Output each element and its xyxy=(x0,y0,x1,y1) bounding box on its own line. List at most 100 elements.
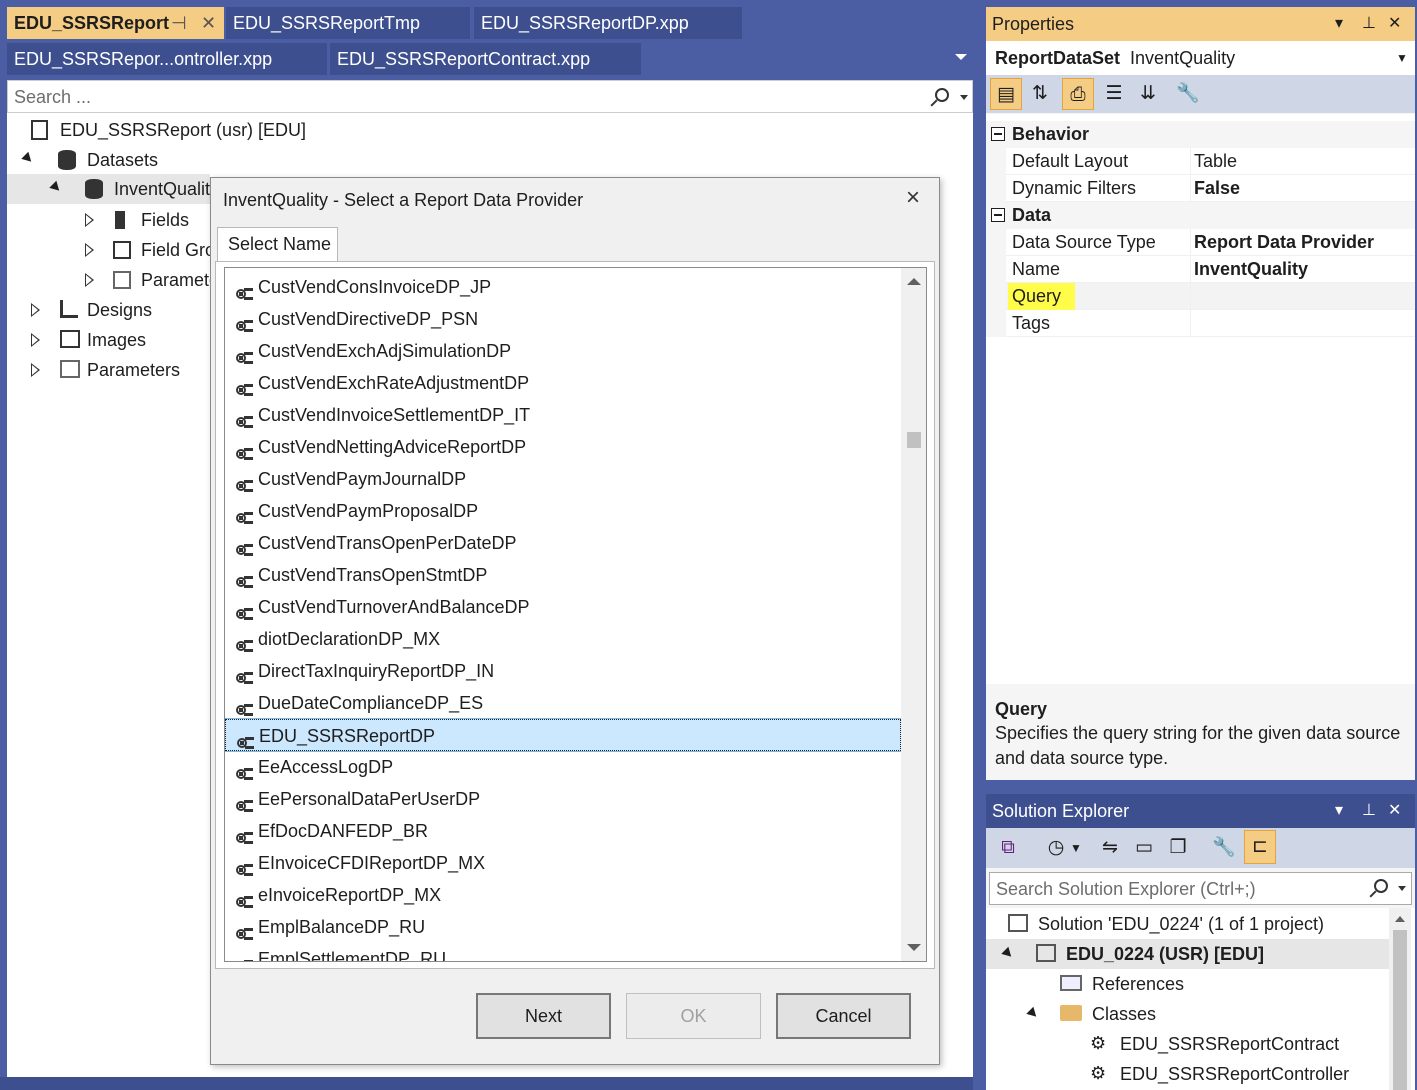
close-icon[interactable]: × xyxy=(901,186,925,210)
chevron-down-icon[interactable]: ▼ xyxy=(1396,41,1408,75)
list-item[interactable]: CustVendNettingAdviceReportDP xyxy=(225,431,901,463)
collapsed-arrow-icon[interactable] xyxy=(85,213,94,227)
list-item[interactable]: CustVendTurnoverAndBalanceDP xyxy=(225,591,901,623)
tab-edu-ssrsreportcontract[interactable]: EDU_SSRSReportContract.xpp xyxy=(330,43,641,75)
window-position-dropdown-icon[interactable]: ▾ xyxy=(1335,7,1343,41)
collapse-icon[interactable] xyxy=(991,127,1005,141)
list-item[interactable]: DueDateComplianceDP_ES xyxy=(225,687,901,719)
tab-edu-ssrsreport[interactable]: EDU_SSRSReport ⊣ ✕ xyxy=(7,7,224,39)
list-item[interactable]: CustVendExchAdjSimulationDP xyxy=(225,335,901,367)
close-icon[interactable]: ✕ xyxy=(201,7,216,39)
list-item[interactable]: EInvoiceCFDIReportDP_MX xyxy=(225,847,901,879)
tree-item-project[interactable]: EDU_0224 (USR) [EDU] xyxy=(986,939,1389,969)
collapse-icon[interactable] xyxy=(991,208,1005,222)
property-value[interactable]: InventQuality xyxy=(1194,256,1308,283)
scroll-up-arrow-icon[interactable] xyxy=(1395,916,1405,922)
collapsed-arrow-icon[interactable] xyxy=(85,243,94,257)
alphabetical-sort-icon[interactable]: ⇅ xyxy=(1024,78,1056,110)
show-all-files-icon[interactable]: ❐ xyxy=(1162,832,1194,864)
list-item[interactable]: EeAccessLogDP xyxy=(225,751,901,783)
tree-item-dataset-inventquality[interactable]: InventQualit xyxy=(7,174,210,204)
preview-selected-items-icon[interactable]: ⊏ xyxy=(1244,830,1276,864)
cancel-button[interactable]: Cancel xyxy=(776,993,911,1039)
scroll-down-arrow-icon[interactable] xyxy=(907,944,921,951)
property-name: Data Source Type xyxy=(1012,232,1156,252)
collapsed-arrow-icon[interactable] xyxy=(31,363,40,377)
list-item[interactable]: diotDeclarationDP_MX xyxy=(225,623,901,655)
tab-edu-ssrsreporttmp[interactable]: EDU_SSRSReportTmp xyxy=(226,7,470,39)
close-icon[interactable]: ✕ xyxy=(1388,7,1401,41)
list-item[interactable]: CustVendTransOpenPerDateDP xyxy=(225,527,901,559)
designer-search-input[interactable] xyxy=(14,85,914,109)
properties-icon[interactable]: ⎙ xyxy=(1062,78,1094,110)
window-position-dropdown-icon[interactable]: ▾ xyxy=(1335,794,1343,828)
category-behavior[interactable]: Behavior xyxy=(986,121,1415,148)
list-item[interactable]: EePersonalDataPerUserDP xyxy=(225,783,901,815)
next-button[interactable]: Next xyxy=(476,993,611,1039)
vertical-scrollbar[interactable] xyxy=(1389,908,1411,1090)
list-item[interactable]: CustVendDirectiveDP_PSN xyxy=(225,303,901,335)
expanded-arrow-icon[interactable] xyxy=(1001,946,1015,961)
wrench-icon[interactable]: 🔧 xyxy=(1208,832,1240,864)
categorized-icon[interactable]: ▤ xyxy=(990,78,1022,110)
list-item[interactable]: EfDocDANFEDP_BR xyxy=(225,815,901,847)
property-default-layout[interactable]: Default Layout Table xyxy=(986,148,1415,175)
search-icon[interactable] xyxy=(1374,879,1388,893)
vs-switch-views-icon[interactable]: ⧉ xyxy=(992,832,1024,864)
list-item-label: EDU_SSRSReportDP xyxy=(259,726,436,746)
property-dynamic-filters[interactable]: Dynamic Filters False xyxy=(986,175,1415,202)
object-selector[interactable]: ReportDataSet InventQuality ▼ xyxy=(986,41,1415,75)
list-item[interactable]: DirectTaxInquiryReportDP_IN xyxy=(225,655,901,687)
pin-icon[interactable]: ⊣ xyxy=(171,7,187,39)
list-item[interactable]: CustVendTransOpenStmtDP xyxy=(225,559,901,591)
scrollbar-thumb[interactable] xyxy=(1393,930,1407,1090)
field-groups-icon xyxy=(113,241,131,259)
list-item[interactable]: CustVendPaymProposalDP xyxy=(225,495,901,527)
property-name-field[interactable]: Name InventQuality xyxy=(986,256,1415,283)
scrollbar-thumb[interactable] xyxy=(907,432,921,448)
list-item[interactable]: EmplSettlementDP_RU xyxy=(225,943,901,961)
expanded-arrow-icon[interactable] xyxy=(21,151,35,166)
property-description: Query Specifies the query string for the… xyxy=(986,695,1415,780)
chevron-down-icon[interactable] xyxy=(960,95,968,100)
list-item[interactable]: EmplBalanceDP_RU xyxy=(225,911,901,943)
tab-select-name[interactable]: Select Name xyxy=(217,227,338,263)
search-icon[interactable] xyxy=(935,88,949,102)
close-icon[interactable]: ✕ xyxy=(1388,794,1401,828)
tab-edu-ssrsreportcontroller[interactable]: EDU_SSRSRepor...ontroller.xpp xyxy=(7,43,327,75)
property-value[interactable]: False xyxy=(1194,175,1240,202)
solution-search-input[interactable] xyxy=(996,877,1356,901)
collapsed-arrow-icon[interactable] xyxy=(31,303,40,317)
events-icon[interactable]: ☰ xyxy=(1098,78,1130,110)
property-value[interactable]: Report Data Provider xyxy=(1194,229,1374,256)
pin-icon[interactable]: ⊥ xyxy=(1362,794,1376,828)
tab-overflow-dropdown-icon[interactable] xyxy=(955,54,967,60)
property-data-source-type[interactable]: Data Source Type Report Data Provider xyxy=(986,229,1415,256)
chevron-down-icon[interactable]: ▼ xyxy=(1068,832,1084,864)
sync-icon[interactable]: ⇋ xyxy=(1094,832,1126,864)
collapsed-arrow-icon[interactable] xyxy=(85,273,94,287)
expanded-arrow-icon[interactable] xyxy=(1026,1006,1040,1021)
sort-icon[interactable]: ⇊ xyxy=(1132,78,1164,110)
property-value[interactable]: Table xyxy=(1194,148,1237,175)
pin-icon[interactable]: ⊥ xyxy=(1362,7,1376,41)
wrench-icon[interactable]: 🔧 xyxy=(1172,78,1204,110)
tab-edu-ssrsreportdp[interactable]: EDU_SSRSReportDP.xpp xyxy=(474,7,742,39)
scroll-up-arrow-icon[interactable] xyxy=(907,278,921,285)
expanded-arrow-icon[interactable] xyxy=(49,180,63,195)
list-item[interactable]: EDU_SSRSReportDP xyxy=(225,718,902,752)
property-query[interactable]: Query xyxy=(986,283,1415,310)
collapsed-arrow-icon[interactable] xyxy=(31,333,40,347)
chevron-down-icon[interactable] xyxy=(1398,886,1406,891)
list-item[interactable]: CustVendPaymJournalDP xyxy=(225,463,901,495)
list-item[interactable]: CustVendConsInvoiceDP_JP xyxy=(225,271,901,303)
list-item[interactable]: CustVendExchRateAdjustmentDP xyxy=(225,367,901,399)
data-provider-list[interactable]: CustVendConsInvoiceDP_JP CustVendDirectiv… xyxy=(224,267,927,962)
ok-button[interactable]: OK xyxy=(626,993,761,1039)
property-tags[interactable]: Tags xyxy=(986,310,1415,337)
list-item[interactable]: eInvoiceReportDP_MX xyxy=(225,879,901,911)
category-data[interactable]: Data xyxy=(986,202,1415,229)
vertical-scrollbar[interactable] xyxy=(901,268,926,961)
list-item[interactable]: CustVendInvoiceSettlementDP_IT xyxy=(225,399,901,431)
collapse-all-icon[interactable]: ▭ xyxy=(1128,832,1160,864)
